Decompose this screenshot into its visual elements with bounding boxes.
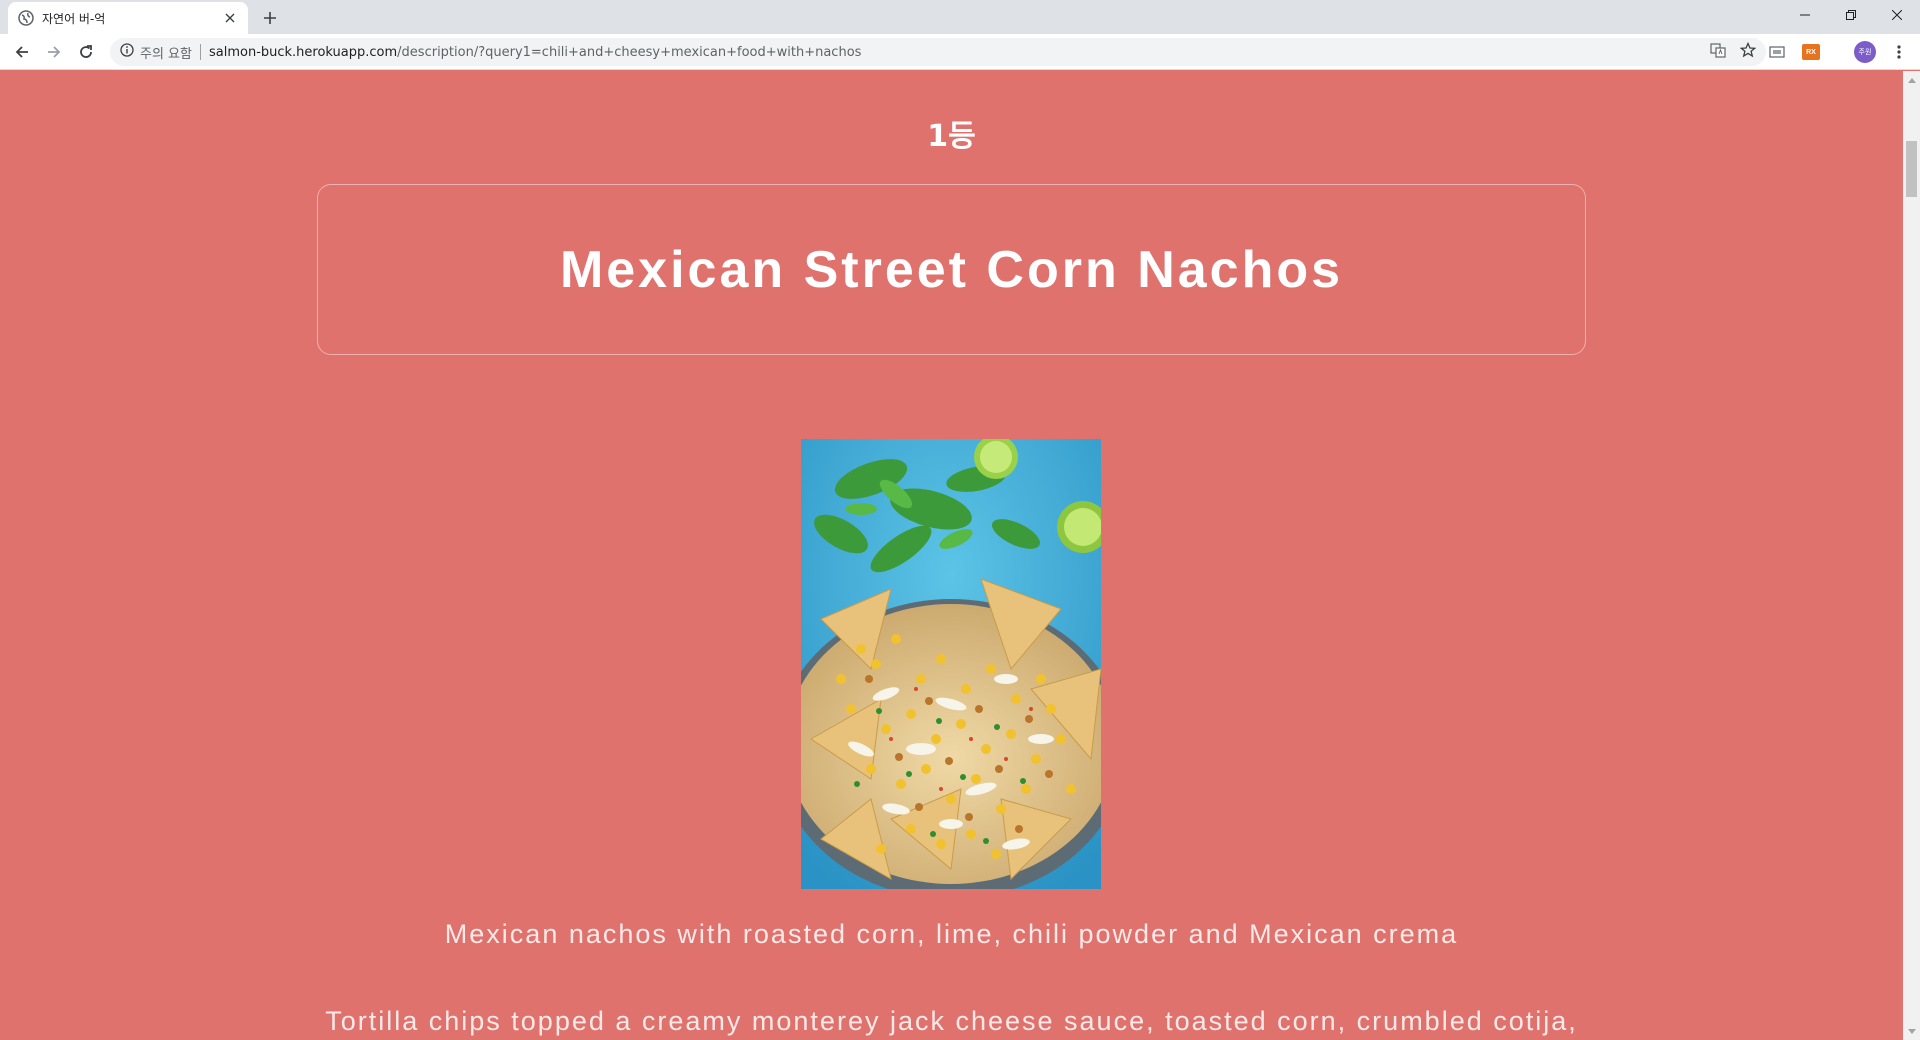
page-viewport: 1등 Mexican Street Corn Nachos Mexican na…	[0, 71, 1903, 1040]
scroll-down-arrow-icon[interactable]	[1903, 1023, 1920, 1040]
info-icon	[120, 43, 134, 61]
reload-icon[interactable]	[74, 40, 98, 64]
recipe-photo	[801, 439, 1101, 889]
translate-icon[interactable]	[1710, 42, 1726, 62]
browser-tab[interactable]: 자연어 버-억	[8, 2, 248, 34]
extension-rx-icon[interactable]: RX	[1800, 41, 1822, 63]
window-close-icon[interactable]	[1874, 0, 1920, 30]
omnibox-separator	[199, 44, 201, 60]
close-icon[interactable]	[222, 10, 238, 26]
menu-icon[interactable]	[1888, 41, 1910, 63]
address-bar[interactable]: 주의 요함 salmon-buck.herokuapp.com/descript…	[110, 38, 1766, 66]
browser-titlebar: 자연어 버-억	[0, 0, 1920, 34]
rank-label: 1등	[927, 119, 976, 154]
forward-icon[interactable]	[42, 40, 66, 64]
security-label: 주의 요함	[140, 46, 192, 62]
extension-rx-label: RX	[1802, 44, 1820, 60]
title-card: Mexican Street Corn Nachos	[317, 184, 1586, 355]
window-controls	[1782, 0, 1920, 30]
recipe-subtitle: Mexican nachos with roasted corn, lime, …	[444, 919, 1459, 949]
avatar[interactable]: 주원	[1854, 41, 1876, 63]
globe-icon	[18, 10, 34, 26]
scroll-up-arrow-icon[interactable]	[1903, 71, 1920, 88]
star-icon[interactable]	[1739, 41, 1757, 62]
url-text[interactable]: salmon-buck.herokuapp.com/description/?q…	[209, 45, 861, 60]
url-host: salmon-buck.herokuapp.com	[208, 44, 398, 60]
security-indicator[interactable]: 주의 요함	[120, 43, 192, 62]
back-icon[interactable]	[10, 40, 34, 64]
url-path: /description/?query1=chili+and+cheesy+me…	[397, 44, 862, 60]
nachos-image	[801, 439, 1101, 889]
page-scrollbar[interactable]	[1903, 71, 1920, 1040]
scrollbar-thumb[interactable]	[1906, 141, 1917, 197]
recipe-description: Tortilla chips topped a creamy monterey …	[325, 1006, 1578, 1036]
cast-icon[interactable]	[1766, 41, 1788, 63]
tab-title: 자연어 버-억	[42, 11, 106, 26]
extensions-area: RX 주원	[1766, 40, 1920, 64]
recipe-title: Mexican Street Corn Nachos	[559, 240, 1344, 299]
plus-icon[interactable]	[258, 6, 282, 30]
restore-icon[interactable]	[1828, 0, 1874, 30]
minimize-icon[interactable]	[1782, 0, 1828, 30]
toolbar-divider	[1834, 41, 1842, 63]
browser-toolbar: 주의 요함 salmon-buck.herokuapp.com/descript…	[0, 34, 1920, 70]
